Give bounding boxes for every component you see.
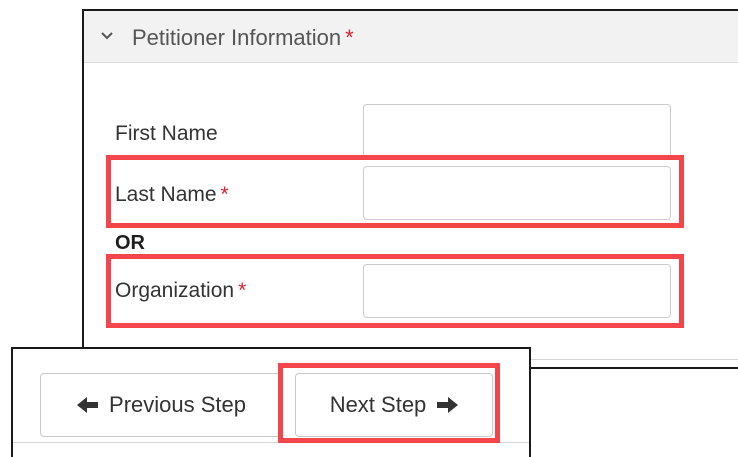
- panel-header[interactable]: Petitioner Information *: [84, 11, 738, 63]
- last-name-label-text: Last Name: [115, 183, 217, 206]
- step-navigation-panel: Previous Step Next Step: [11, 347, 531, 457]
- required-marker: *: [345, 25, 354, 50]
- last-name-label: Last Name *: [115, 183, 229, 207]
- first-name-label: First Name: [115, 122, 218, 145]
- chevron-down-icon[interactable]: [98, 26, 116, 44]
- panel-title-text: Petitioner Information: [132, 25, 342, 50]
- petitioner-information-panel: Petitioner Information * First Name Last …: [82, 9, 738, 369]
- panel-title: Petitioner Information *: [132, 25, 354, 51]
- nav-divider: [13, 442, 529, 443]
- or-separator: OR: [115, 232, 145, 254]
- next-step-label: Next Step: [329, 392, 427, 417]
- arrow-right-icon: [437, 397, 459, 413]
- next-step-button[interactable]: Next Step: [295, 373, 493, 437]
- organization-label-text: Organization: [115, 279, 235, 302]
- required-marker: *: [220, 183, 229, 206]
- arrow-left-icon: [77, 397, 99, 413]
- previous-step-button[interactable]: Previous Step: [40, 373, 283, 437]
- previous-step-label: Previous Step: [109, 392, 246, 417]
- first-name-input[interactable]: [363, 104, 671, 160]
- last-name-input[interactable]: [363, 166, 671, 220]
- organization-label: Organization *: [115, 279, 246, 303]
- required-marker: *: [238, 279, 247, 302]
- organization-input[interactable]: [363, 264, 671, 318]
